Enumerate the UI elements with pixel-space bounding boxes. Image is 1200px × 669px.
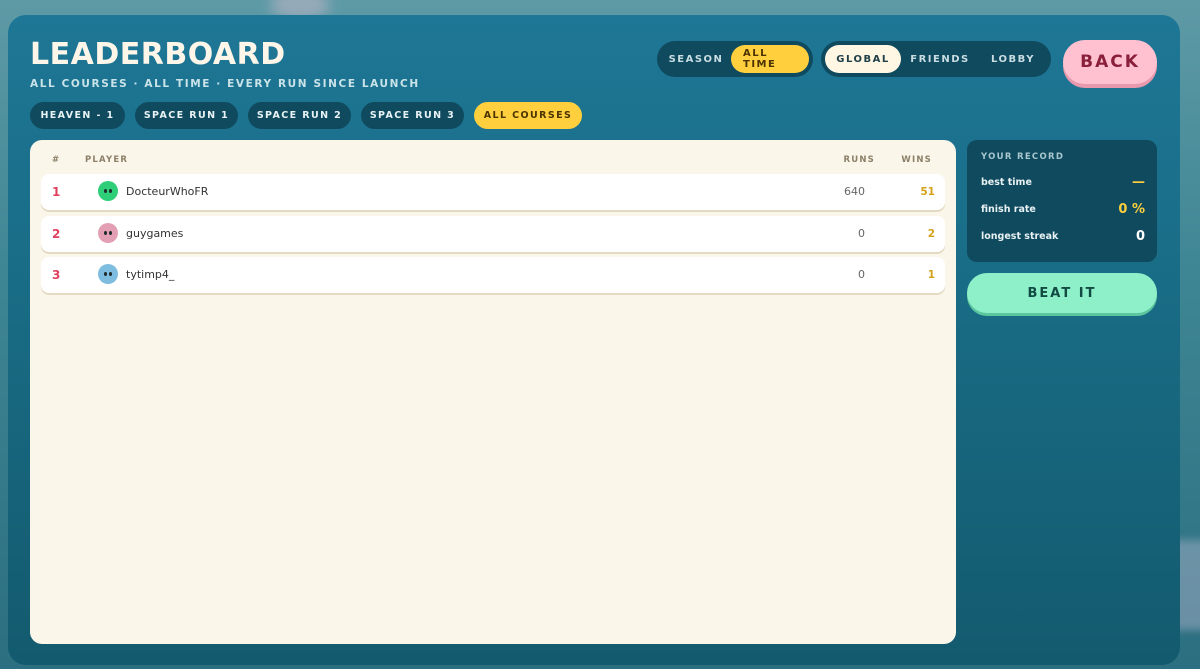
column-header-runs: RUNS	[843, 155, 875, 165]
global-tab[interactable]: GLOBAL	[825, 45, 901, 73]
row-runs: 640	[844, 185, 865, 198]
row-wins: 51	[920, 186, 935, 198]
lobby-tab[interactable]: LOBBY	[979, 45, 1047, 73]
page-title: LEADERBOARD	[30, 37, 286, 72]
row-runs: 0	[858, 268, 865, 281]
leaderboard-panel: LEADERBOARD ALL COURSES · ALL TIME · EVE…	[8, 15, 1180, 665]
player-name: guygames	[126, 227, 184, 240]
season-tab[interactable]: SEASON	[661, 45, 731, 73]
finish-rate-label: finish rate	[981, 204, 1036, 215]
row-rank: 2	[52, 227, 61, 241]
time-filter-toggle: SEASON ALL TIME	[657, 41, 813, 77]
course-chip-space-run-1[interactable]: SPACE RUN 1	[135, 102, 238, 129]
longest-streak-label: longest streak	[981, 231, 1059, 242]
player-name: DocteurWhoFR	[126, 185, 209, 198]
back-button[interactable]: BACK	[1063, 40, 1157, 84]
row-wins: 2	[927, 228, 935, 240]
player-avatar	[98, 264, 118, 284]
row-runs: 0	[858, 227, 865, 240]
friends-tab[interactable]: FRIENDS	[901, 45, 979, 73]
record-best-time: best time —	[981, 175, 1145, 191]
course-chip-space-run-3[interactable]: SPACE RUN 3	[361, 102, 464, 129]
best-time-value: —	[1132, 175, 1145, 190]
page-subtitle: ALL COURSES · ALL TIME · EVERY RUN SINCE…	[30, 78, 420, 90]
record-finish-rate: finish rate 0 %	[981, 202, 1145, 218]
best-time-label: best time	[981, 177, 1032, 188]
your-record-card: YOUR RECORD best time — finish rate 0 % …	[967, 140, 1157, 262]
course-chip-space-run-2[interactable]: SPACE RUN 2	[248, 102, 351, 129]
row-wins: 1	[927, 269, 935, 281]
course-chip-all-courses[interactable]: ALL COURSES	[474, 102, 582, 129]
all-time-tab[interactable]: ALL TIME	[731, 45, 809, 73]
table-row[interactable]: 1 DocteurWhoFR 640 51	[41, 174, 945, 210]
course-chip-heaven-1[interactable]: HEAVEN - 1	[30, 102, 125, 129]
record-title: YOUR RECORD	[981, 152, 1065, 162]
table-row[interactable]: 2 guygames 0 2	[41, 216, 945, 252]
table-header: # PLAYER RUNS WINS	[30, 155, 956, 169]
row-rank: 3	[52, 268, 61, 282]
column-header-wins: WINS	[901, 155, 932, 165]
longest-streak-value: 0	[1135, 229, 1145, 244]
player-avatar	[98, 223, 118, 243]
column-header-rank: #	[52, 155, 61, 165]
leaderboard-table: # PLAYER RUNS WINS 1 DocteurWhoFR 640 51…	[30, 140, 956, 644]
beat-it-button[interactable]: BEAT IT	[967, 273, 1157, 313]
player-name: tytimp4_	[126, 268, 175, 281]
record-longest-streak: longest streak 0	[981, 229, 1145, 245]
table-row[interactable]: 3 tytimp4_ 0 1	[41, 257, 945, 293]
player-avatar	[98, 181, 118, 201]
course-filter-bar: HEAVEN - 1 SPACE RUN 1 SPACE RUN 2 SPACE…	[30, 102, 582, 129]
finish-rate-value: 0 %	[1118, 202, 1145, 217]
scope-filter-toggle: GLOBAL FRIENDS LOBBY	[821, 41, 1051, 77]
column-header-player: PLAYER	[85, 155, 129, 165]
row-rank: 1	[52, 185, 61, 199]
